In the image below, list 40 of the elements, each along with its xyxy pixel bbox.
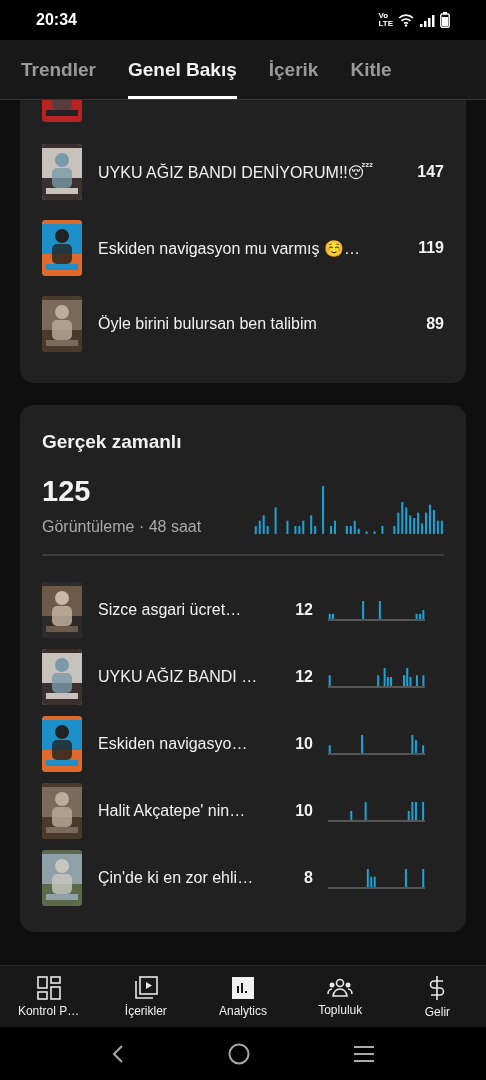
views-caption: Görüntüleme · 48 saat — [42, 518, 202, 536]
view-count: 147 — [417, 163, 444, 181]
view-count: 12 — [294, 668, 313, 686]
video-stack-icon — [133, 975, 158, 1000]
dollar-icon — [428, 974, 447, 1001]
tab[interactable]: İçerik — [268, 40, 319, 99]
video-title[interactable]: Çin'de ki en zor ehli… — [98, 869, 283, 887]
tab[interactable]: Trendler — [21, 40, 96, 99]
back-icon[interactable] — [111, 1043, 126, 1064]
view-count: 10 — [294, 802, 313, 820]
video-title[interactable]: Sizce asgari ücret… — [98, 601, 283, 619]
battery-icon — [440, 12, 450, 28]
people-icon — [327, 976, 354, 999]
nav-item[interactable]: Kontrol P… — [0, 966, 98, 1027]
view-count: 89 — [426, 315, 444, 333]
tab[interactable]: Kitle — [350, 40, 392, 99]
bar-chart-icon — [231, 975, 255, 1000]
view-count: 12 — [294, 601, 313, 619]
home-icon[interactable] — [228, 1042, 250, 1065]
menu-icon[interactable] — [352, 1044, 375, 1063]
dashboard-icon — [36, 975, 61, 1000]
nav-item[interactable]: Analytics — [194, 966, 292, 1027]
total-views: 125 — [42, 475, 92, 508]
video-title[interactable]: UYKU AĞIZ BANDI DENİYORUM!!😴 — [98, 162, 418, 182]
view-count: 119 — [418, 239, 444, 257]
video-title[interactable]: Öyle birini bulursan ben talibim — [98, 315, 427, 333]
nav-item[interactable]: Topluluk — [291, 966, 389, 1027]
video-title[interactable]: Eskiden navigasyon mu varmış ☺… — [98, 238, 419, 258]
nav-item[interactable]: Gelir — [388, 966, 486, 1027]
signal-icon — [419, 13, 435, 27]
volte-indicator: Vo LTE — [378, 12, 393, 28]
wifi-icon — [398, 13, 414, 27]
card-title: Gerçek zamanlı — [42, 431, 183, 453]
video-title[interactable]: UYKU AĞIZ BANDI … — [98, 668, 283, 686]
view-count: 10 — [294, 735, 313, 753]
nav-item[interactable]: İçerikler — [97, 966, 195, 1027]
video-title[interactable]: Halit Akçatepe' nin… — [98, 802, 283, 820]
view-count: 8 — [303, 869, 313, 887]
status-time: 20:34 — [36, 11, 77, 29]
video-title[interactable]: Eskiden navigasyo… — [98, 735, 283, 753]
